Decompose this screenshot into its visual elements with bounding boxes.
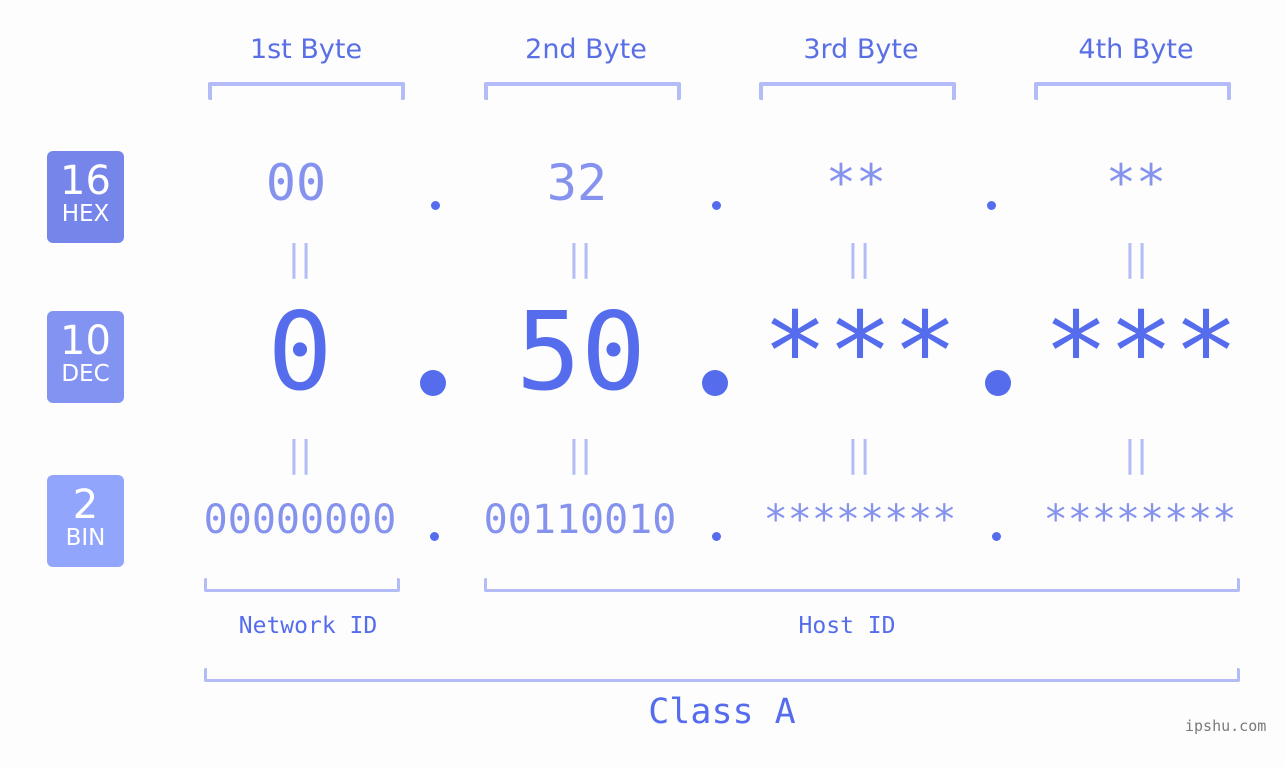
byte-bracket-4 xyxy=(1034,82,1231,100)
equals-sign: || xyxy=(567,434,593,475)
bin-value-2: 00110010 xyxy=(483,497,677,543)
hex-badge-label: HEX xyxy=(61,201,110,227)
equals-sign: || xyxy=(846,434,872,475)
bin-separator-dot-1 xyxy=(430,532,439,541)
bin-badge-label: BIN xyxy=(65,525,106,551)
equals-sign: || xyxy=(287,238,313,279)
host-id-label: Host ID xyxy=(798,613,896,639)
byte-bracket-1 xyxy=(208,82,405,100)
dec-badge-label: DEC xyxy=(61,361,110,387)
byte-header-2: 2nd Byte xyxy=(525,34,647,65)
hex-value-3: ** xyxy=(825,154,887,212)
equals-sign: || xyxy=(287,434,313,475)
bin-badge: 2 BIN xyxy=(47,475,124,567)
bin-value-3: ******** xyxy=(763,497,957,543)
dec-value-2: 50 xyxy=(515,290,647,415)
byte-bracket-2 xyxy=(484,82,681,100)
dec-badge-number: 10 xyxy=(60,318,111,364)
watermark: ipshu.com xyxy=(1185,717,1267,735)
byte-bracket-3 xyxy=(759,82,956,100)
dec-separator-dot-3 xyxy=(985,370,1011,396)
dec-badge: 10 DEC xyxy=(47,311,124,403)
equals-sign: || xyxy=(1123,238,1149,279)
dec-separator-dot-1 xyxy=(420,370,446,396)
hex-separator-dot-2 xyxy=(712,201,721,210)
hex-badge-number: 16 xyxy=(60,158,111,204)
hex-value-4: ** xyxy=(1105,154,1167,212)
bin-value-4: ******** xyxy=(1043,497,1237,543)
dec-separator-dot-2 xyxy=(702,370,728,396)
byte-header-4: 4th Byte xyxy=(1078,34,1194,65)
dec-value-3: *** xyxy=(762,290,958,415)
byte-header-1: 1st Byte xyxy=(249,34,363,65)
hex-value-2: 32 xyxy=(546,154,608,212)
network-id-bracket xyxy=(204,578,400,592)
equals-sign: || xyxy=(846,238,872,279)
equals-sign: || xyxy=(1123,434,1149,475)
class-bracket xyxy=(204,668,1240,682)
equals-sign: || xyxy=(567,238,593,279)
class-label: Class A xyxy=(648,692,796,732)
host-id-bracket xyxy=(484,578,1240,592)
dec-value-4: *** xyxy=(1043,290,1239,415)
bin-value-1: 00000000 xyxy=(203,497,397,543)
hex-separator-dot-3 xyxy=(987,201,996,210)
hex-separator-dot-1 xyxy=(431,201,440,210)
hex-badge: 16 HEX xyxy=(47,151,124,243)
network-id-label: Network ID xyxy=(238,613,378,639)
hex-value-1: 00 xyxy=(265,154,327,212)
dec-value-1: 0 xyxy=(267,290,333,415)
bin-badge-number: 2 xyxy=(72,482,99,528)
bin-separator-dot-2 xyxy=(712,532,721,541)
bin-separator-dot-3 xyxy=(992,532,1001,541)
byte-header-3: 3rd Byte xyxy=(803,34,919,65)
